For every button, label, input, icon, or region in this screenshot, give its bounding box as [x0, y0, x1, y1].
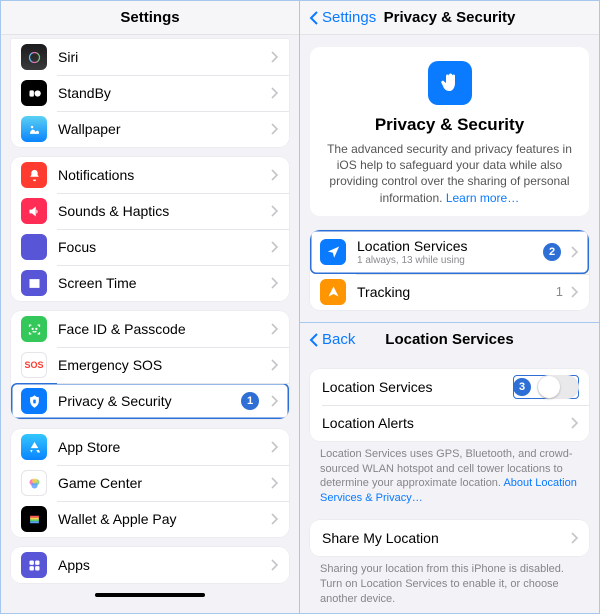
settings-row-apps[interactable]: Apps: [11, 547, 289, 583]
settings-row-gamecenter[interactable]: Game Center: [11, 465, 289, 501]
row-share-location[interactable]: Share My Location: [310, 520, 589, 556]
chevron-left-icon: [308, 11, 320, 25]
row-tracking[interactable]: Tracking 1: [310, 274, 589, 310]
chevron-right-icon: [271, 559, 279, 571]
privacy-titlebar: Settings Privacy & Security: [300, 1, 599, 35]
tracking-count: 1: [556, 284, 563, 299]
privacy-icon: [21, 388, 47, 414]
faceid-icon: [21, 316, 47, 342]
chevron-right-icon: [271, 441, 279, 453]
gamecenter-icon: [21, 470, 47, 496]
settings-row-notifications[interactable]: Notifications: [11, 157, 289, 193]
hand-icon: [428, 61, 472, 105]
location-toggle[interactable]: [537, 375, 579, 399]
settings-row-faceid[interactable]: Face ID & Passcode: [11, 311, 289, 347]
apps-icon: [21, 552, 47, 578]
chevron-left-icon: [308, 333, 320, 347]
step-badge-1: 1: [241, 392, 259, 410]
chevron-right-icon: [271, 277, 279, 289]
settings-row-standby[interactable]: StandBy: [11, 75, 289, 111]
chevron-right-icon: [271, 205, 279, 217]
chevron-right-icon: [571, 417, 579, 429]
privacy-hero: Privacy & Security The advanced security…: [310, 47, 589, 216]
chevron-right-icon: [271, 359, 279, 371]
wallpaper-icon: [21, 116, 47, 142]
siri-icon: [21, 44, 47, 70]
location-footer-2: Sharing your location from this iPhone i…: [300, 556, 599, 611]
chevron-right-icon: [271, 241, 279, 253]
chevron-right-icon: [271, 169, 279, 181]
settings-row-wallet[interactable]: Wallet & Apple Pay: [11, 501, 289, 537]
chevron-right-icon: [571, 532, 579, 544]
hero-title: Privacy & Security: [324, 115, 575, 135]
tracking-icon: [320, 279, 346, 305]
wallet-icon: [21, 506, 47, 532]
chevron-right-icon: [271, 323, 279, 335]
location-titlebar: Back Location Services: [300, 323, 599, 357]
chevron-right-icon: [571, 286, 579, 298]
privacy-title: Privacy & Security: [384, 9, 516, 26]
chevron-right-icon: [271, 123, 279, 135]
hero-body: The advanced security and privacy featur…: [324, 141, 575, 206]
row-location-toggle[interactable]: Location Services 3: [310, 369, 589, 405]
row-location-alerts[interactable]: Location Alerts: [310, 405, 589, 441]
settings-row-sos[interactable]: SOS Emergency SOS: [11, 347, 289, 383]
settings-row-privacy[interactable]: Privacy & Security 1: [11, 383, 289, 419]
sos-icon: SOS: [21, 352, 47, 378]
chevron-right-icon: [571, 246, 579, 258]
location-icon: [320, 239, 346, 265]
settings-row-siri[interactable]: Siri: [11, 39, 289, 75]
chevron-right-icon: [271, 513, 279, 525]
settings-panel: Settings Siri StandBy: [1, 1, 300, 613]
privacy-panel: Settings Privacy & Security Privacy & Se…: [300, 1, 599, 323]
standby-icon: [21, 80, 47, 106]
screentime-icon: [21, 270, 47, 296]
step-badge-2: 2: [543, 243, 561, 261]
notifications-icon: [21, 162, 47, 188]
location-footer-1: Location Services uses GPS, Bluetooth, a…: [300, 441, 599, 510]
settings-row-sounds[interactable]: Sounds & Haptics: [11, 193, 289, 229]
chevron-right-icon: [271, 51, 279, 63]
location-title: Location Services: [385, 331, 513, 348]
settings-row-wallpaper[interactable]: Wallpaper: [11, 111, 289, 147]
sounds-icon: [21, 198, 47, 224]
chevron-right-icon: [271, 395, 279, 407]
appstore-icon: [21, 434, 47, 460]
back-button[interactable]: Back: [308, 331, 355, 348]
settings-row-focus[interactable]: Focus: [11, 229, 289, 265]
location-panel: Back Location Services Location Services…: [300, 323, 599, 613]
row-location-services[interactable]: Location Services 1 always, 13 while usi…: [310, 230, 589, 274]
step-badge-3: 3: [513, 378, 531, 396]
chevron-right-icon: [271, 477, 279, 489]
back-button[interactable]: Settings: [308, 9, 376, 26]
home-indicator: [95, 593, 205, 597]
settings-row-screentime[interactable]: Screen Time: [11, 265, 289, 301]
settings-titlebar: Settings: [1, 1, 299, 35]
focus-icon: [21, 234, 47, 260]
learn-more-link[interactable]: Learn more…: [446, 191, 519, 205]
chevron-right-icon: [271, 87, 279, 99]
settings-row-appstore[interactable]: App Store: [11, 429, 289, 465]
settings-title: Settings: [120, 9, 179, 26]
